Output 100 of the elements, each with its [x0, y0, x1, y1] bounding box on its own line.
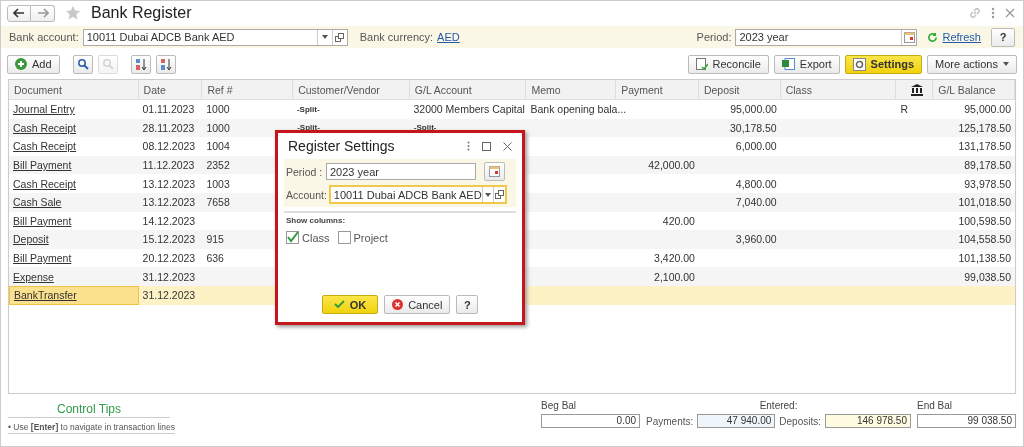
calendar-button[interactable] [484, 162, 505, 181]
column-header[interactable]: Ref # [207, 83, 233, 96]
toolbar-icon-button[interactable] [72, 54, 93, 74]
maximize-icon[interactable] [482, 141, 491, 151]
refresh-icon[interactable] [927, 31, 939, 43]
close-icon[interactable] [503, 141, 512, 151]
beg-bal-field: 0.00 [541, 414, 641, 428]
more-icon[interactable] [991, 7, 995, 19]
column-header[interactable]: Payment [621, 83, 663, 96]
toolbar-button[interactable]: Settings [844, 54, 922, 74]
document-link[interactable]: Cash Receipt [13, 177, 77, 190]
table-cell: 42,000.00 [648, 159, 695, 172]
document-link[interactable]: Bill Payment [13, 214, 72, 227]
help-button[interactable]: ? [456, 295, 479, 314]
search-icon [101, 58, 114, 70]
dropdown-icon [321, 35, 328, 39]
window-title: Bank Register [91, 4, 192, 22]
period-field[interactable]: 2023 year [735, 28, 918, 46]
table-cell: 2,100.00 [654, 270, 695, 283]
more-icon[interactable] [467, 141, 470, 151]
back-button[interactable] [7, 4, 31, 22]
toolbar-button[interactable]: Export [773, 54, 840, 74]
account-label: Account: [286, 188, 327, 201]
table-cell: 101,018.50 [958, 196, 1011, 209]
table-cell: -Split- [296, 104, 320, 114]
document-link[interactable]: Bill Payment [13, 252, 72, 265]
table-cell: 7,040.00 [735, 196, 777, 209]
period-label: Period : [286, 165, 324, 178]
table-cell: 2352 [206, 159, 230, 172]
table-cell: 1000 [206, 103, 230, 116]
toolbar-icon-button[interactable] [130, 54, 151, 74]
close-icon[interactable] [1005, 8, 1015, 18]
column-header[interactable]: G/L Account [414, 83, 472, 96]
table-cell: 08.12.2023 [142, 140, 196, 153]
ok-button[interactable]: OK [321, 295, 379, 314]
document-link[interactable]: Cash Receipt [13, 140, 77, 153]
bank-account-field[interactable]: 10011 Dubai ADCB Bank AED [82, 28, 348, 46]
column-header[interactable]: Date [143, 83, 166, 96]
settings-icon [852, 57, 866, 71]
show-columns-label: Show columns: [285, 216, 347, 225]
back-arrow-icon [13, 8, 25, 18]
open-icon [495, 190, 505, 199]
column-header[interactable]: Document [14, 83, 62, 96]
beg-bal-label: Beg Bal [541, 400, 578, 411]
more-actions-button[interactable]: More actions [927, 54, 1017, 74]
cancel-button[interactable]: Cancel [384, 295, 451, 314]
toolbar-icon-button[interactable] [155, 54, 176, 74]
table-cell: 99,038.50 [964, 270, 1011, 283]
document-link[interactable]: Deposit [13, 233, 49, 246]
column-header[interactable]: G/L Balance [938, 83, 996, 96]
table-cell: 89,178.50 [964, 159, 1011, 172]
bank-currency-label: Bank currency: [359, 31, 434, 43]
table-cell: 1003 [206, 177, 230, 190]
table-cell: 420.00 [662, 214, 695, 227]
table-cell: -Split- [297, 123, 320, 133]
table-cell: 6,000.00 [735, 140, 777, 153]
table-cell: 915 [206, 233, 224, 246]
table-cell: 3,960.00 [735, 233, 777, 246]
table-cell: 32000 Members Capital [413, 103, 525, 116]
calendar-icon [903, 31, 915, 43]
bank-icon[interactable] [911, 83, 924, 96]
table-cell: 101,138.50 [958, 252, 1011, 265]
column-header[interactable]: Memo [531, 83, 561, 96]
document-link[interactable]: Expense [13, 270, 54, 283]
column-header[interactable]: Deposit [703, 83, 740, 96]
document-link[interactable]: Cash Sale [13, 196, 62, 209]
cancel-icon [392, 299, 404, 310]
table-cell: 31.12.2023 [142, 289, 196, 302]
period-label: Period: [696, 31, 732, 43]
table-cell: 100,598.50 [958, 214, 1011, 227]
table-cell: 28.11.2023 [142, 121, 195, 134]
column-checkbox[interactable]: Class [286, 231, 330, 244]
table-cell: 31.12.2023 [142, 270, 196, 283]
table-cell: 20.12.2023 [142, 252, 196, 265]
document-check-icon [695, 57, 708, 71]
deposits-field: 146 978.50 [825, 414, 911, 428]
entered-label: Entered: [759, 400, 798, 411]
table-cell: -Split- [413, 123, 437, 133]
document-link[interactable]: Cash Receipt [13, 121, 77, 134]
column-header[interactable]: Customer/Vendor [298, 83, 380, 96]
table-cell: 11.12.2023 [142, 159, 195, 172]
link-icon[interactable] [969, 7, 981, 19]
currency-link[interactable]: AED [437, 31, 460, 43]
table-cell: 7658 [206, 196, 230, 209]
payments-field: 47 940.00 [697, 414, 776, 428]
document-link[interactable]: Journal Entry [13, 103, 75, 116]
caret-icon [1003, 62, 1009, 66]
document-link[interactable]: Bill Payment [13, 159, 72, 172]
table-cell: Bank opening bala... [530, 103, 627, 116]
account-field[interactable]: 10011 Dubai ADCB Bank AED [328, 185, 507, 204]
table-cell: 14.12.2023 [142, 214, 196, 227]
period-field[interactable]: 2023 year [326, 163, 476, 180]
add-button[interactable]: Add [7, 54, 60, 74]
column-checkbox[interactable]: Project [337, 231, 388, 244]
control-tips-title: Control Tips [8, 402, 170, 418]
help-button[interactable]: ? [991, 27, 1015, 47]
column-header[interactable]: Class [785, 83, 812, 96]
star-icon[interactable] [65, 5, 81, 21]
toolbar-button[interactable]: Reconcile [687, 54, 769, 74]
refresh-link[interactable]: Refresh [942, 31, 981, 43]
